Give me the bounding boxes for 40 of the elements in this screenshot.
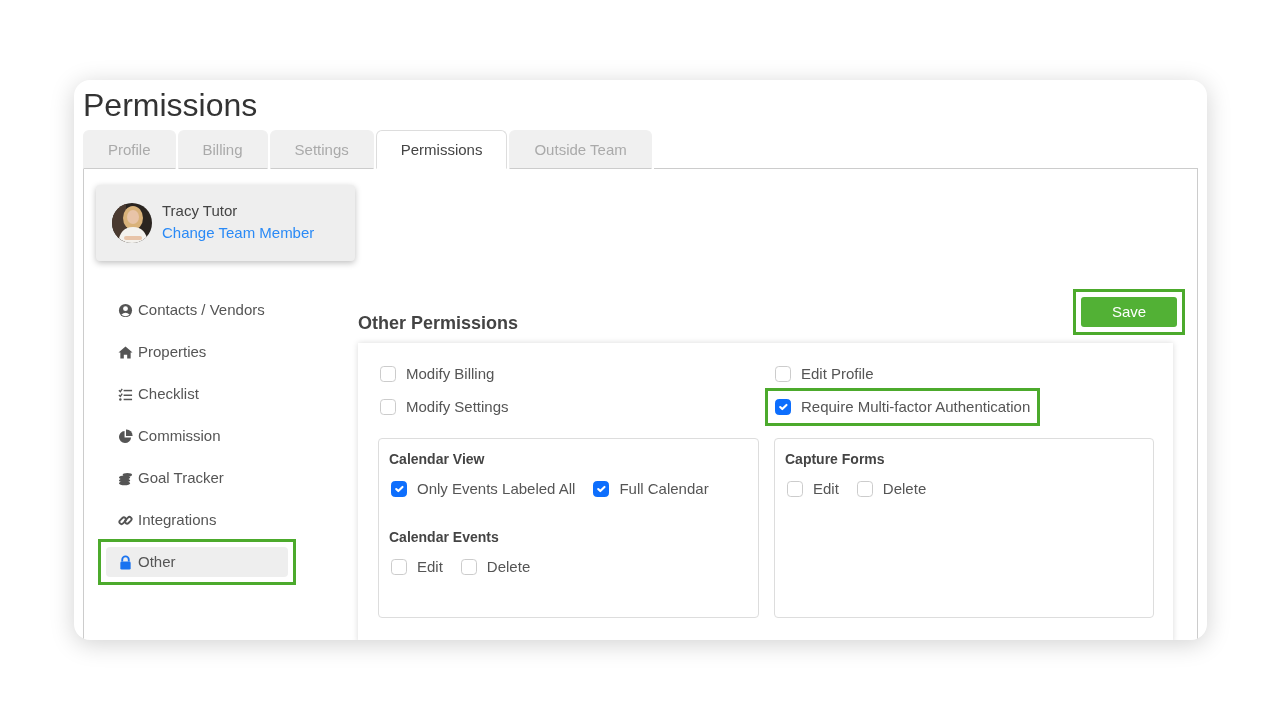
checkbox[interactable] xyxy=(593,481,610,498)
checkbox[interactable] xyxy=(391,558,407,575)
option-label: Delete xyxy=(882,479,927,499)
checkbox[interactable] xyxy=(775,398,791,415)
sidebar-item[interactable]: Goal Tracker xyxy=(106,463,288,493)
page-title: Permissions xyxy=(83,86,259,124)
home-icon xyxy=(118,344,133,360)
sidebar-item[interactable]: Integrations xyxy=(106,505,288,535)
option-label: Modify Billing xyxy=(406,364,495,384)
option-label: Only Events Labeled All xyxy=(417,479,576,499)
checkbox[interactable] xyxy=(460,558,477,575)
sidebar-item[interactable]: Properties xyxy=(106,337,288,367)
option-label: Full Calendar xyxy=(619,479,709,499)
pie-chart-icon xyxy=(118,428,133,444)
checkbox[interactable] xyxy=(380,366,396,383)
group-title: Calendar Events xyxy=(389,527,500,547)
coins-icon xyxy=(118,470,133,486)
checkbox[interactable] xyxy=(787,481,803,498)
checkbox[interactable] xyxy=(856,481,873,498)
lock-icon xyxy=(118,554,133,570)
option-label: Edit xyxy=(813,479,839,499)
option-label: Require Multi-factor Authentication xyxy=(801,396,1031,417)
option-label: Modify Settings xyxy=(406,396,509,417)
option-label: Edit xyxy=(417,556,443,577)
sidebar-item[interactable]: Contacts / Vendors xyxy=(106,295,288,325)
sidebar-item[interactable]: Checklist xyxy=(106,379,288,409)
user-circle-icon xyxy=(118,302,133,318)
option-label: Edit Profile xyxy=(801,364,874,384)
tab[interactable]: Permissions xyxy=(375,130,508,169)
checkbox[interactable] xyxy=(380,398,396,415)
group-title: Capture Forms xyxy=(785,450,886,469)
section-title: Other Permissions xyxy=(358,313,519,335)
sidebar-item[interactable]: Other xyxy=(106,547,288,577)
checklist-icon xyxy=(118,386,133,402)
group-title: Calendar View xyxy=(389,450,486,469)
member-name: Tracy Tutor xyxy=(162,201,239,221)
option-label: Delete xyxy=(486,556,531,577)
sidebar-item[interactable]: Commission xyxy=(106,421,288,451)
checkbox[interactable] xyxy=(391,481,407,498)
checkbox[interactable] xyxy=(775,366,791,383)
